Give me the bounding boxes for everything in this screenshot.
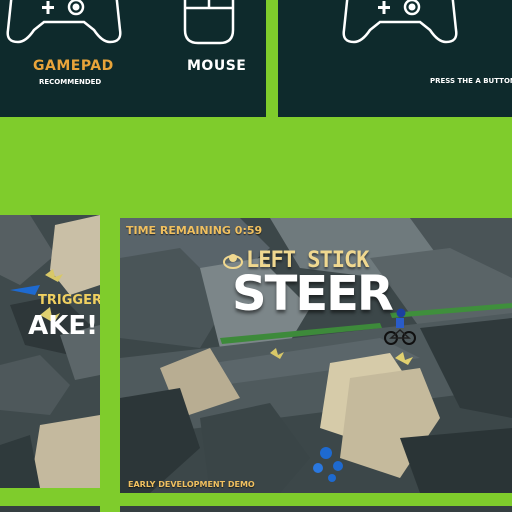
mouse-icon[interactable] [182, 0, 236, 46]
gamepad-icon[interactable] [6, 0, 122, 46]
demo-label: EARLY DEVELOPMENT DEMO [128, 480, 255, 489]
action-label: STEER [232, 266, 394, 322]
action-partial: AKE! [28, 311, 98, 341]
input-select-panel: GAMEPAD RECOMMENDED MOUSE [0, 0, 266, 117]
time-remaining: TIME REMAINING 0:59 [126, 224, 263, 237]
gamepad-option-sublabel: RECOMMENDED [39, 78, 102, 86]
press-button-prompt: PRESS THE A BUTTON TO CONT [430, 77, 512, 85]
gameplay-main: TIME REMAINING 0:59 LEFT STICK STEER EAR… [120, 218, 512, 493]
next-panel-left [0, 506, 100, 512]
gameplay-preview-left: TRIGGER AKE! [0, 215, 100, 488]
next-panel-right [120, 506, 512, 512]
terrain-scene [0, 215, 100, 488]
control-hint-partial: TRIGGER [38, 293, 100, 308]
gamepad-option-label[interactable]: GAMEPAD [33, 58, 114, 74]
gamepad-icon [342, 0, 458, 44]
mouse-option-label[interactable]: MOUSE [187, 58, 246, 74]
press-to-continue-panel: PRESS THE A BUTTON TO CONT [278, 0, 512, 117]
